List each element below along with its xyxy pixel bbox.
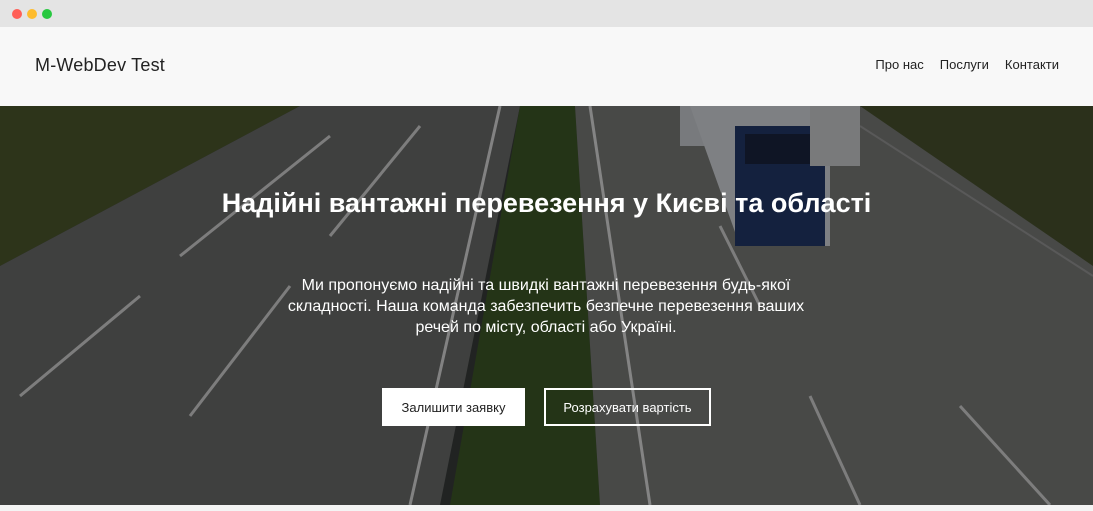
main-nav: Про нас Послуги Контакти bbox=[875, 57, 1059, 72]
close-window-button[interactable] bbox=[12, 9, 22, 19]
submit-request-button[interactable]: Залишити заявку bbox=[382, 388, 525, 426]
site-brand[interactable]: M-WebDev Test bbox=[35, 55, 165, 76]
site-header: M-WebDev Test Про нас Послуги Контакти bbox=[0, 27, 1093, 106]
nav-link-services[interactable]: Послуги bbox=[940, 57, 989, 72]
nav-link-contacts[interactable]: Контакти bbox=[1005, 57, 1059, 72]
maximize-window-button[interactable] bbox=[42, 9, 52, 19]
minimize-window-button[interactable] bbox=[27, 9, 37, 19]
calculate-cost-button[interactable]: Розрахувати вартість bbox=[544, 388, 711, 426]
page-bottom-edge bbox=[0, 505, 1093, 511]
hero-section: Надійні вантажні перевезення у Києві та … bbox=[0, 106, 1093, 505]
hero-description: Ми пропонуємо надійні та швидкі вантажні… bbox=[287, 277, 805, 336]
browser-chrome bbox=[0, 0, 1093, 27]
nav-link-about[interactable]: Про нас bbox=[875, 57, 923, 72]
hero-title: Надійні вантажні перевезення у Києві та … bbox=[221, 188, 872, 218]
